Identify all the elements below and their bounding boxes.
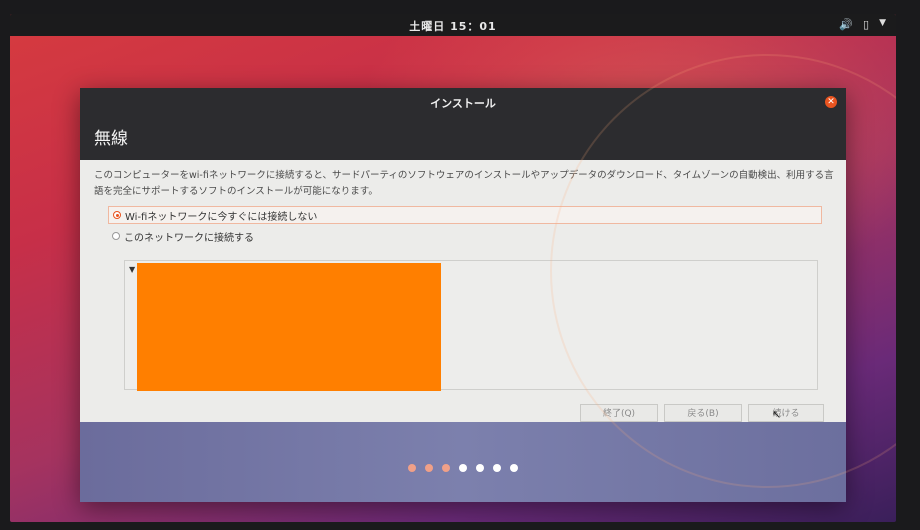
progress-dot	[408, 464, 416, 472]
progress-dot	[476, 464, 484, 472]
network-list[interactable]: ▼	[124, 260, 818, 391]
system-tray[interactable]: 🔊 ▯ ▼	[839, 18, 886, 31]
quit-button[interactable]: 終了(Q)	[580, 404, 658, 422]
mouse-cursor-icon: ↖	[772, 408, 782, 421]
window-titlebar[interactable]: インストール ✕ 無線	[80, 88, 846, 160]
continue-button[interactable]: 続ける	[748, 404, 824, 422]
system-menu-icon[interactable]: ▼	[879, 18, 886, 31]
window-title: インストール	[430, 97, 496, 110]
redacted-block	[137, 263, 441, 391]
option-no-connect-label: Wi-fiネットワークに今すぐには接続しない	[125, 211, 318, 223]
back-button[interactable]: 戻る(B)	[664, 404, 742, 422]
radio-selected-icon[interactable]	[113, 211, 121, 219]
progress-dots	[80, 464, 846, 472]
progress-footer	[80, 422, 846, 502]
radio-unselected-icon[interactable]	[112, 232, 120, 240]
top-bar: 土曜日 15：01 🔊 ▯ ▼	[10, 14, 896, 36]
progress-dot	[510, 464, 518, 472]
progress-dot	[442, 464, 450, 472]
progress-dot	[493, 464, 501, 472]
progress-dot	[459, 464, 467, 472]
option-no-connect[interactable]: Wi-fiネットワークに今すぐには接続しない	[108, 206, 822, 224]
battery-icon[interactable]: ▯	[863, 18, 869, 31]
volume-icon[interactable]: 🔊	[839, 18, 853, 31]
clock[interactable]: 土曜日 15：01	[10, 18, 896, 34]
option-connect-network[interactable]: このネットワークに接続する	[108, 228, 254, 244]
progress-dot	[425, 464, 433, 472]
description-text: このコンピューターをwi-fiネットワークに接続すると、サードパーティのソフトウ…	[94, 170, 834, 197]
expander-icon[interactable]: ▼	[129, 265, 135, 274]
page-title: 無線	[94, 129, 128, 149]
installer-window: インストール ✕ 無線 このコンピューターをwi-fiネットワークに接続すると、…	[80, 88, 846, 502]
desktop-screen: 土曜日 15：01 🔊 ▯ ▼ インストール ✕ 無線 このコンピューターをwi…	[10, 14, 896, 522]
option-connect-network-label: このネットワークに接続する	[124, 232, 254, 244]
close-icon[interactable]: ✕	[825, 96, 837, 108]
